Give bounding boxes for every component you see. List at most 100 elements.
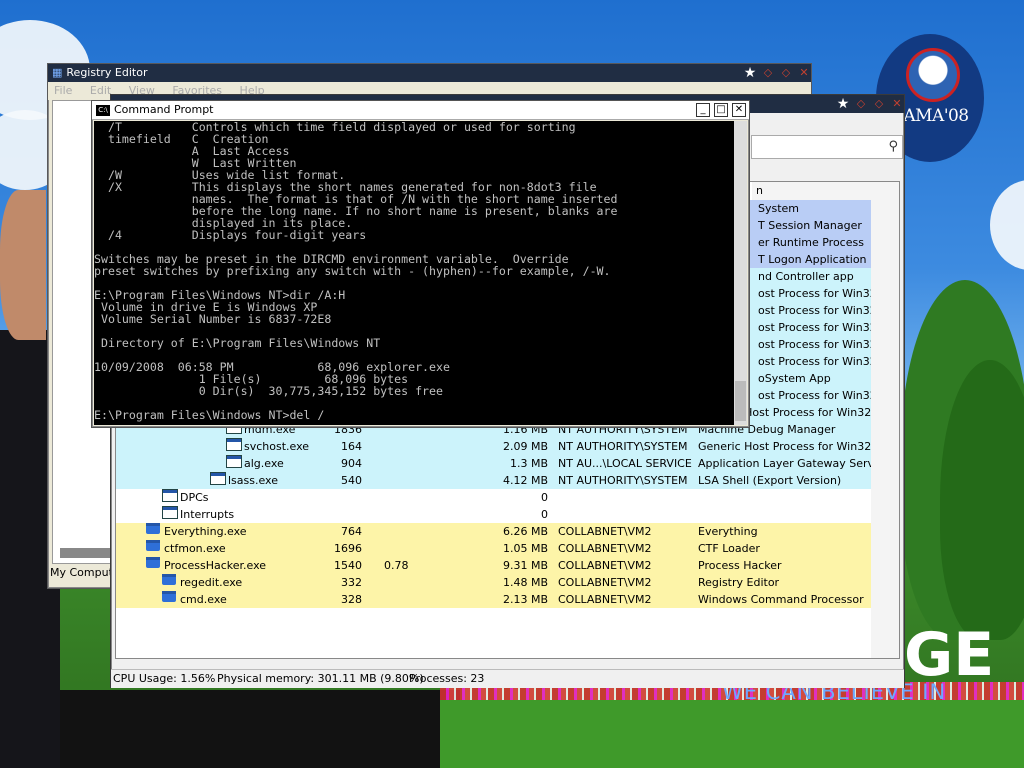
minimize-button[interactable]: _ <box>696 103 710 117</box>
console-line: Directory of E:\Program Files\Windows NT <box>94 336 381 350</box>
process-user: COLLABNET\VM2 <box>558 559 652 572</box>
process-pid: 1540 <box>334 559 362 572</box>
window-process-icon <box>226 455 242 468</box>
process-pid: 540 <box>341 474 362 487</box>
cloud <box>990 180 1024 270</box>
process-memory: 1.48 MB <box>502 576 548 589</box>
process-description: CTF Loader <box>698 542 760 555</box>
window-process-icon <box>162 489 178 502</box>
process-pid: 164 <box>341 440 362 453</box>
minimize-button[interactable]: ◇ <box>761 66 775 80</box>
process-description: Windows Command Processor <box>698 593 864 606</box>
window-process-icon <box>162 506 178 519</box>
table-row[interactable]: svchost.exe 164 2.09 MB NT AUTHORITY\SYSTEM… <box>116 438 873 455</box>
menu-edit[interactable]: Edit <box>90 84 111 97</box>
process-name: ProcessHacker.exe <box>164 559 267 572</box>
table-row[interactable]: Everything.exe 764 6.26 MB COLLABNET\VM2 Eve… <box>116 523 873 540</box>
application-icon <box>146 540 160 551</box>
maximize-button[interactable]: □ <box>714 103 728 117</box>
process-memory: 0 <box>541 508 548 521</box>
process-description: Everything <box>698 525 758 538</box>
process-name: cmd.exe <box>180 593 227 606</box>
lawn <box>440 700 1024 768</box>
registry-icon: ▦ <box>52 66 63 79</box>
person-face <box>0 190 46 340</box>
search-input[interactable]: ⚲ <box>751 135 903 159</box>
maximize-button[interactable]: ◇ <box>872 97 886 111</box>
process-user: COLLABNET\VM2 <box>558 525 652 538</box>
window-process-icon <box>226 438 242 451</box>
command-prompt-titlebar[interactable]: C:\ Command Prompt _ □ ✕ <box>92 101 749 120</box>
command-prompt-title: Command Prompt <box>114 103 214 116</box>
process-description: Application Layer Gateway Service <box>698 457 873 470</box>
process-hacker-statusbar: CPU Usage: 1.56% Physical memory: 301.11… <box>111 669 904 688</box>
registry-editor-titlebar[interactable]: ▦ Registry Editor ★ ◇ ◇ ✕ <box>48 64 811 82</box>
column-header-label: n <box>756 184 763 197</box>
maximize-button[interactable]: ◇ <box>779 66 793 80</box>
process-user: NT AUTHORITY\SYSTEM <box>558 440 688 453</box>
process-memory: 6.26 MB <box>502 525 548 538</box>
search-icon[interactable]: ⚲ <box>888 139 898 154</box>
console-icon: C:\ <box>96 104 110 116</box>
pin-star-icon[interactable]: ★ <box>743 66 757 80</box>
window-process-icon <box>210 472 226 485</box>
column-header-description[interactable]: n <box>752 182 899 201</box>
console-scrollbar[interactable] <box>734 121 747 425</box>
person-silhouette <box>60 690 460 768</box>
console-line: preset switches by prefixing any switch … <box>94 264 611 278</box>
console-line: Volume Serial Number is 6837-72E8 <box>94 312 332 326</box>
table-row[interactable]: regedit.exe 332 1.48 MB COLLABNET\VM2 Regist… <box>116 574 873 591</box>
campaign-logo-emblem <box>906 48 960 102</box>
registry-editor-title: Registry Editor <box>66 66 148 79</box>
console-line: /4 Displays four-digit years <box>94 228 367 242</box>
minimize-button[interactable]: ◇ <box>854 97 868 111</box>
process-user: NT AUTHORITY\SYSTEM <box>558 474 688 487</box>
table-row[interactable]: cmd.exe 328 2.13 MB COLLABNET\VM2 Windows Co… <box>116 591 873 608</box>
console-output[interactable]: /T Controls which time field displayed o… <box>94 121 734 425</box>
table-row[interactable]: alg.exe 904 1.3 MB NT AU...\LOCAL SERVICE Ap… <box>116 455 873 472</box>
process-pid: 904 <box>341 457 362 470</box>
process-name: DPCs <box>180 491 209 504</box>
physical-memory-status: Physical memory: 301.11 MB (9.80%) <box>217 672 424 685</box>
application-icon <box>146 523 160 534</box>
table-row[interactable]: DPCs 0 <box>116 489 873 506</box>
process-user: COLLABNET\VM2 <box>558 542 652 555</box>
table-row[interactable]: ProcessHacker.exe 1540 0.78 9.31 MB COLLABNE… <box>116 557 873 574</box>
application-icon <box>162 591 176 602</box>
table-row[interactable]: lsass.exe 540 4.12 MB NT AUTHORITY\SYSTEM LS… <box>116 472 873 489</box>
table-row[interactable]: Interrupts 0 <box>116 506 873 523</box>
application-icon <box>146 557 160 568</box>
registry-horizontal-scrollbar[interactable] <box>60 548 116 558</box>
close-button[interactable]: ✕ <box>890 97 904 111</box>
close-button[interactable]: ✕ <box>732 103 746 117</box>
process-user: COLLABNET\VM2 <box>558 576 652 589</box>
process-user: NT AU...\LOCAL SERVICE <box>558 457 692 470</box>
process-description: Generic Host Process for Win32 ... <box>698 440 873 453</box>
process-name: Interrupts <box>180 508 235 521</box>
process-pid: 1696 <box>334 542 362 555</box>
command-prompt-window[interactable]: C:\ Command Prompt _ □ ✕ /T Controls whi… <box>91 100 750 428</box>
process-description: LSA Shell (Export Version) <box>698 474 842 487</box>
process-count-status: Processes: 23 <box>409 672 485 685</box>
pin-star-icon[interactable]: ★ <box>836 97 850 111</box>
process-name: regedit.exe <box>180 576 243 589</box>
process-memory: 9.31 MB <box>502 559 548 572</box>
close-button[interactable]: ✕ <box>797 66 811 80</box>
menu-file[interactable]: File <box>54 84 72 97</box>
process-pid: 328 <box>341 593 362 606</box>
process-memory: 2.13 MB <box>502 593 548 606</box>
process-list-scrollbar[interactable] <box>871 200 899 658</box>
table-row[interactable]: ctfmon.exe 1696 1.05 MB COLLABNET\VM2 CTF Lo… <box>116 540 873 557</box>
process-name: ctfmon.exe <box>164 542 226 555</box>
console-scroll-thumb[interactable] <box>735 381 746 421</box>
console-line: E:\Program Files\Windows NT>del / <box>94 408 325 422</box>
process-cpu: 0.78 <box>384 559 409 572</box>
process-memory: 2.09 MB <box>502 440 548 453</box>
process-memory: 1.05 MB <box>502 542 548 555</box>
cpu-usage-status: CPU Usage: 1.56% <box>113 672 216 685</box>
process-description: Process Hacker <box>698 559 782 572</box>
process-memory: 1.3 MB <box>509 457 548 470</box>
process-memory: 0 <box>541 491 548 504</box>
process-name: alg.exe <box>244 457 284 470</box>
process-description: Registry Editor <box>698 576 780 589</box>
